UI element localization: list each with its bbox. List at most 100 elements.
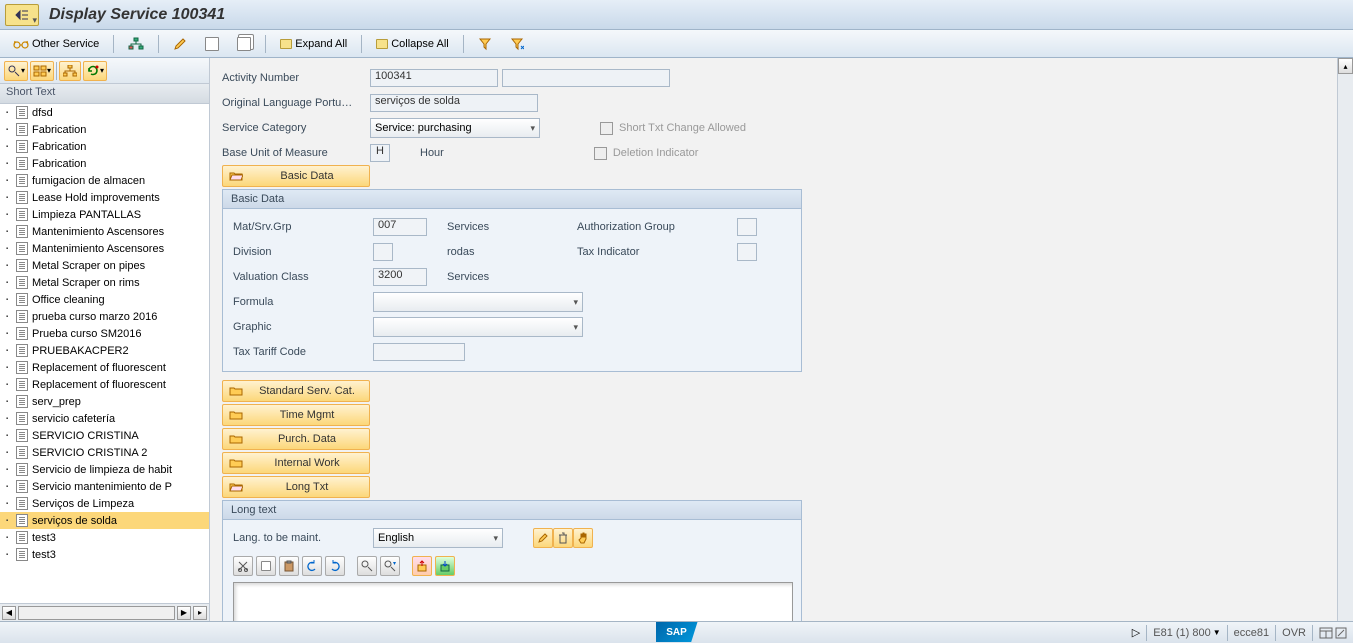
tree-item[interactable]: Limpieza PANTALLAS bbox=[0, 206, 209, 223]
edit-button[interactable] bbox=[166, 34, 194, 54]
mat-srv-grp-field[interactable]: 007 bbox=[373, 218, 427, 236]
collapse-all-button[interactable]: Collapse All bbox=[369, 34, 455, 54]
editor-copy-button[interactable] bbox=[256, 556, 276, 576]
tree-refresh-button[interactable]: ▾ bbox=[83, 61, 107, 81]
find-button[interactable] bbox=[357, 556, 377, 576]
tree-item[interactable]: Replacement of fluorescent bbox=[0, 359, 209, 376]
copy-button-1[interactable] bbox=[198, 34, 226, 54]
tree-item[interactable]: servicio cafetería bbox=[0, 410, 209, 427]
separator bbox=[463, 35, 464, 53]
auth-group-field[interactable] bbox=[737, 218, 757, 236]
std-serv-cat-button[interactable]: Standard Serv. Cat. bbox=[222, 380, 370, 402]
load-button[interactable] bbox=[412, 556, 432, 576]
division-field[interactable] bbox=[373, 243, 393, 261]
hand-button[interactable] bbox=[573, 528, 593, 548]
tree-item-label: Servicio mantenimiento de P bbox=[32, 481, 172, 493]
document-icon bbox=[205, 37, 219, 51]
original-language-field[interactable]: serviços de solda bbox=[370, 94, 538, 112]
filter-button-2[interactable] bbox=[503, 34, 531, 54]
command-field-icon[interactable] bbox=[5, 4, 39, 26]
tree-item[interactable]: serviços de solda bbox=[0, 512, 209, 529]
tree-item[interactable]: Metal Scraper on rims bbox=[0, 274, 209, 291]
scroll-track[interactable] bbox=[18, 606, 175, 620]
paste-button[interactable] bbox=[279, 556, 299, 576]
tree-item[interactable]: PRUEBAKACPER2 bbox=[0, 342, 209, 359]
edit-text-button[interactable] bbox=[533, 528, 553, 548]
tree-item[interactable]: Mantenimiento Ascensores bbox=[0, 240, 209, 257]
tree-item-label: SERVICIO CRISTINA 2 bbox=[32, 447, 147, 459]
scroll-end-icon[interactable]: ▸ bbox=[193, 606, 207, 620]
tax-tariff-field[interactable] bbox=[373, 343, 465, 361]
tree-item[interactable]: Serviços de Limpeza bbox=[0, 495, 209, 512]
long-text-editor[interactable] bbox=[233, 582, 793, 621]
lang-to-maint-select[interactable]: English bbox=[373, 528, 503, 548]
tree-horizontal-scrollbar[interactable]: ◀ ▶ ▸ bbox=[0, 603, 209, 621]
tree-item[interactable]: SERVICIO CRISTINA bbox=[0, 427, 209, 444]
tree-item[interactable]: Metal Scraper on pipes bbox=[0, 257, 209, 274]
deletion-indicator-checkbox[interactable] bbox=[594, 147, 607, 160]
purch-data-button[interactable]: Purch. Data bbox=[222, 428, 370, 450]
vertical-scrollbar[interactable]: ▴ bbox=[1337, 58, 1353, 621]
document-icon bbox=[16, 242, 28, 255]
other-service-button[interactable]: Other Service bbox=[6, 34, 106, 54]
basic-data-section-button[interactable]: Basic Data bbox=[222, 165, 370, 187]
expand-all-button[interactable]: Expand All bbox=[273, 34, 354, 54]
base-uom-field[interactable]: H bbox=[370, 144, 390, 162]
status-layout-icon[interactable] bbox=[1319, 627, 1333, 639]
long-text-group-title: Long text bbox=[223, 501, 801, 520]
formula-select[interactable] bbox=[373, 292, 583, 312]
document-icon bbox=[16, 548, 28, 561]
tree-hierarchy-button[interactable] bbox=[59, 61, 81, 81]
filter-button-1[interactable] bbox=[471, 34, 499, 54]
hierarchy-button[interactable] bbox=[121, 34, 151, 54]
cut-button[interactable] bbox=[233, 556, 253, 576]
tree-item[interactable]: Mantenimiento Ascensores bbox=[0, 223, 209, 240]
tree-find-button[interactable]: ▾ bbox=[4, 61, 28, 81]
tax-tariff-label: Tax Tariff Code bbox=[233, 346, 373, 358]
tree-item[interactable]: Prueba curso SM2016 bbox=[0, 325, 209, 342]
activity-number-desc-field[interactable] bbox=[502, 69, 670, 87]
tree-item[interactable]: fumigacion de almacen bbox=[0, 172, 209, 189]
tree-item[interactable]: Fabrication bbox=[0, 121, 209, 138]
internal-work-button[interactable]: Internal Work bbox=[222, 452, 370, 474]
tree-item[interactable]: Servicio de limpieza de habit bbox=[0, 461, 209, 478]
basic-data-group: Basic Data Mat/Srv.Grp 007 Services Auth… bbox=[222, 189, 802, 372]
find-next-button[interactable] bbox=[380, 556, 400, 576]
tree-item[interactable]: prueba curso marzo 2016 bbox=[0, 308, 209, 325]
folder-open-icon bbox=[280, 39, 292, 49]
tax-indicator-field[interactable] bbox=[737, 243, 757, 261]
tree-item[interactable]: Office cleaning bbox=[0, 291, 209, 308]
tree-item[interactable]: Servicio mantenimiento de P bbox=[0, 478, 209, 495]
save-local-button[interactable] bbox=[435, 556, 455, 576]
tree-item[interactable]: test3 bbox=[0, 546, 209, 563]
document-icon bbox=[237, 37, 251, 51]
messages-icon[interactable]: ▷ bbox=[1132, 626, 1140, 639]
system-dropdown-icon[interactable]: ▼ bbox=[1213, 628, 1221, 637]
short-txt-change-checkbox[interactable] bbox=[600, 122, 613, 135]
service-tree[interactable]: dfsdFabricationFabricationFabricationfum… bbox=[0, 104, 209, 603]
tree-item[interactable]: test3 bbox=[0, 529, 209, 546]
activity-number-field[interactable]: 100341 bbox=[370, 69, 498, 87]
tree-item[interactable]: Fabrication bbox=[0, 138, 209, 155]
graphic-select[interactable] bbox=[373, 317, 583, 337]
valuation-class-field[interactable]: 3200 bbox=[373, 268, 427, 286]
long-txt-button[interactable]: Long Txt bbox=[222, 476, 370, 498]
status-close-icon[interactable] bbox=[1335, 627, 1347, 639]
title-bar: Display Service 100341 bbox=[0, 0, 1353, 30]
scroll-right-icon[interactable]: ▶ bbox=[177, 606, 191, 620]
tree-item[interactable]: Fabrication bbox=[0, 155, 209, 172]
tree-item[interactable]: SERVICIO CRISTINA 2 bbox=[0, 444, 209, 461]
tree-item[interactable]: Lease Hold improvements bbox=[0, 189, 209, 206]
redo-button[interactable] bbox=[325, 556, 345, 576]
scroll-up-icon[interactable]: ▴ bbox=[1338, 58, 1353, 74]
time-mgmt-button[interactable]: Time Mgmt bbox=[222, 404, 370, 426]
undo-button[interactable] bbox=[302, 556, 322, 576]
tree-item[interactable]: dfsd bbox=[0, 104, 209, 121]
tree-item[interactable]: serv_prep bbox=[0, 393, 209, 410]
service-category-select[interactable]: Service: purchasing bbox=[370, 118, 540, 138]
tree-item[interactable]: Replacement of fluorescent bbox=[0, 376, 209, 393]
tree-layout-button[interactable]: ▾ bbox=[30, 61, 54, 81]
delete-text-button[interactable] bbox=[553, 528, 573, 548]
scroll-left-icon[interactable]: ◀ bbox=[2, 606, 16, 620]
copy-button-2[interactable] bbox=[230, 34, 258, 54]
